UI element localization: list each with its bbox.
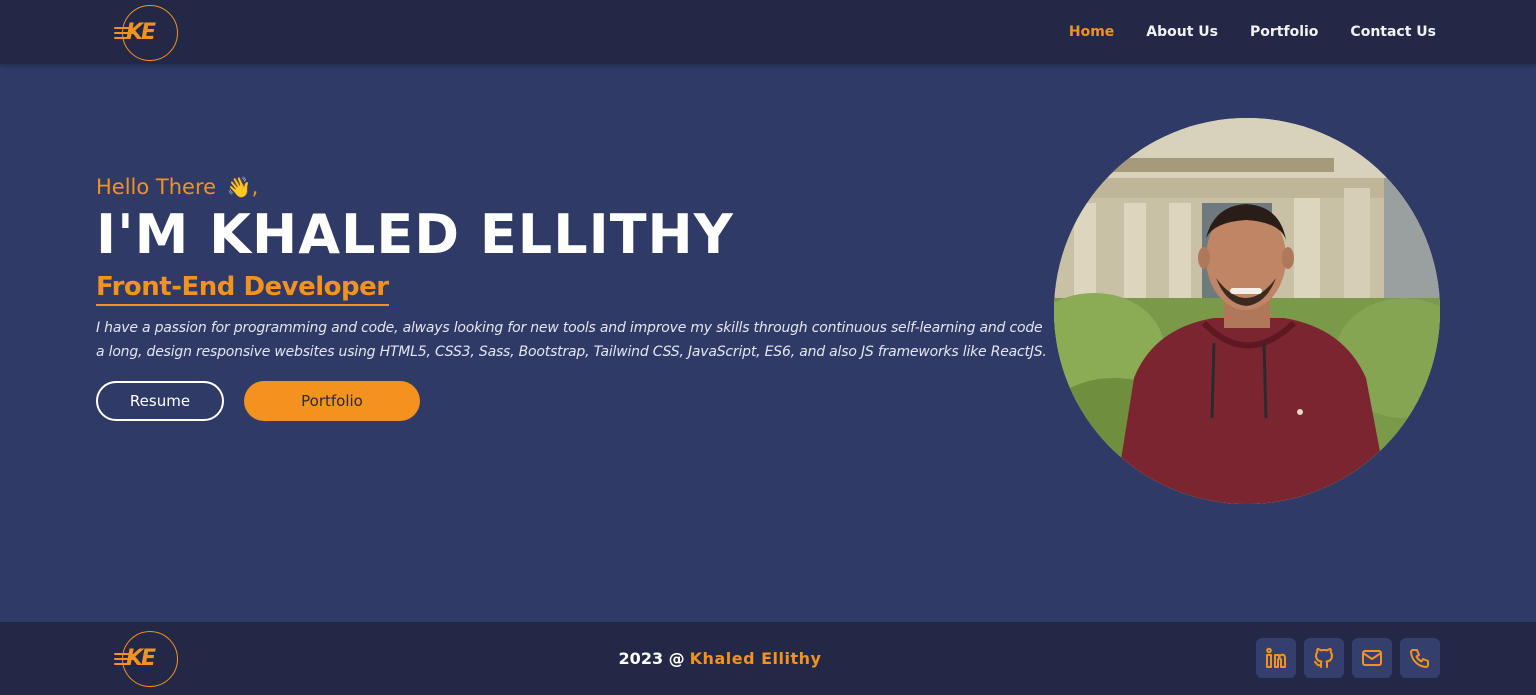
nav-about-us[interactable]: About Us (1146, 24, 1218, 40)
site-footer: KE 2023 @ Khaled Ellithy (0, 622, 1536, 695)
nav-portfolio[interactable]: Portfolio (1250, 24, 1318, 40)
profile-photo-illustration (1054, 118, 1440, 504)
mail-icon (1362, 650, 1382, 666)
copyright-year: 2023 @ (618, 649, 685, 668)
github-icon (1314, 648, 1333, 668)
hero-bio: I have a passion for programming and cod… (96, 320, 1047, 360)
hero-intro: Hello There 👋, I'M KHALED ELLITHY Front-… (96, 172, 1056, 421)
linkedin-link[interactable] (1256, 638, 1296, 678)
linkedin-icon (1266, 647, 1286, 668)
nav-contact-us[interactable]: Contact Us (1350, 24, 1436, 40)
copyright: 2023 @ Khaled Ellithy (0, 622, 1440, 695)
greeting-text: Hello There (96, 175, 217, 199)
hero-actions: Resume Portfolio (96, 381, 1056, 421)
email-link[interactable] (1352, 638, 1392, 678)
portfolio-button[interactable]: Portfolio (244, 381, 420, 421)
github-link[interactable] (1304, 638, 1344, 678)
main-nav: Home About Us Portfolio Contact Us (1069, 0, 1436, 64)
profile-photo (1054, 118, 1440, 504)
greeting: Hello There 👋, (96, 172, 1056, 202)
greeting-comma: , (251, 175, 259, 199)
nav-home[interactable]: Home (1069, 24, 1114, 40)
hero-name: I'M KHALED ELLITHY (96, 203, 734, 266)
resume-button[interactable]: Resume (96, 381, 224, 421)
waving-hand-icon: 👋 (226, 175, 252, 199)
hero-role: Front-End Developer (96, 270, 389, 306)
header-logo[interactable]: KE (114, 3, 180, 61)
social-links (1256, 638, 1440, 678)
copyright-owner: Khaled Ellithy (689, 649, 822, 668)
phone-link[interactable] (1400, 638, 1440, 678)
site-header: KE Home About Us Portfolio Contact Us (0, 0, 1536, 64)
logo-text: KE (126, 20, 156, 45)
phone-icon (1410, 649, 1429, 668)
